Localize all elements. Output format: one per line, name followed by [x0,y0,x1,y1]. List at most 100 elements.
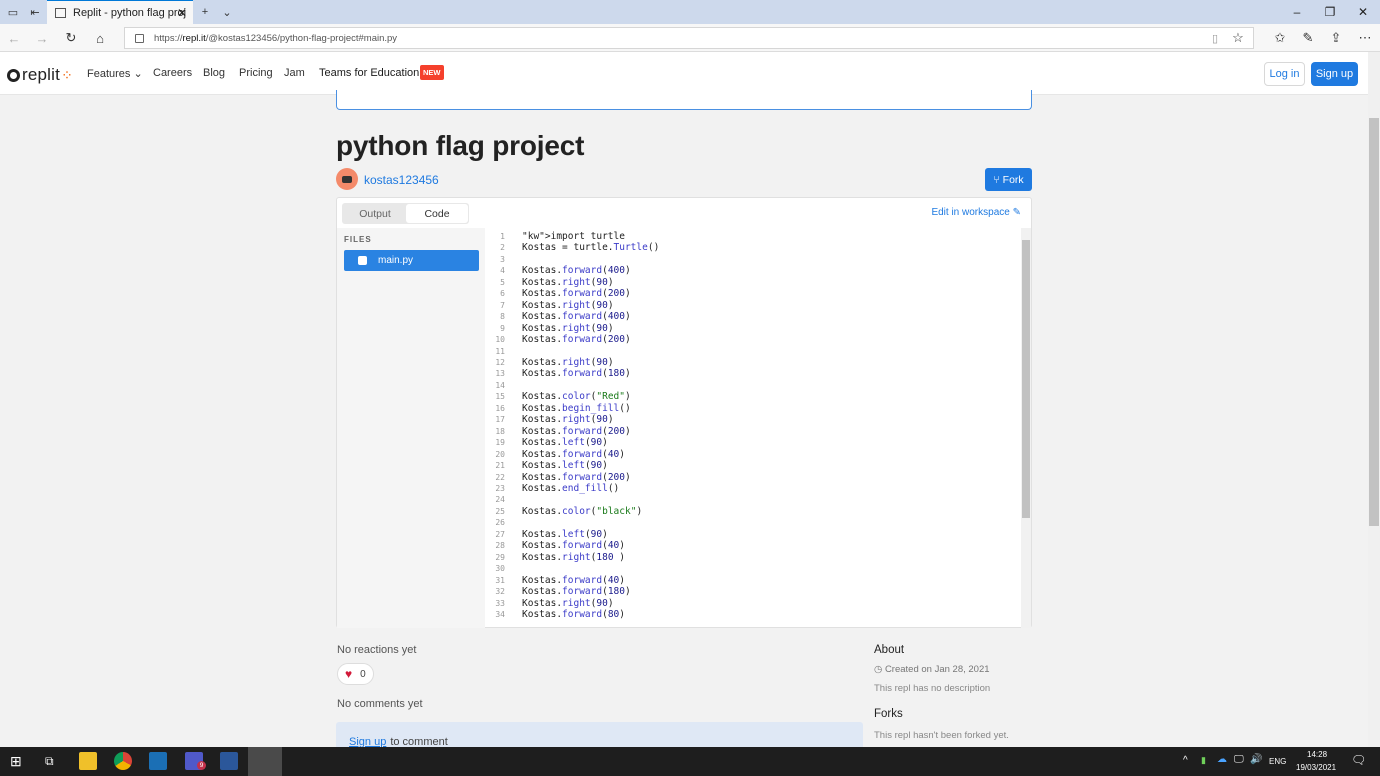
chrome-icon[interactable] [114,752,132,770]
favorites-hub-icon[interactable]: ✩ [1270,28,1290,48]
line-number: 8 [500,312,505,322]
heart-icon: ♥ [345,667,353,681]
code-line: 18 Kostas.forward(200) [487,426,1019,437]
back-icon[interactable]: ← [4,28,24,48]
username-link[interactable]: kostas123456 [364,173,439,187]
pen-notes-icon[interactable]: ✎ [1298,28,1318,48]
show-hidden-icons-icon[interactable]: ^ [1183,755,1188,766]
code-line: 30 [487,563,1019,574]
new-tab-icon[interactable]: + [194,0,216,24]
tab-output[interactable]: Output [344,204,406,223]
page-scrollbar-thumb[interactable] [1369,118,1379,526]
nav-pricing[interactable]: Pricing [239,67,273,79]
like-count: 0 [360,668,366,680]
code-viewer[interactable]: 1 "kw">import turtle 2 Kostas = turtle.Turt… [487,231,1019,626]
set-aside-tabs-icon[interactable]: ⇤ [24,0,46,24]
share-icon[interactable]: ⇪ [1326,28,1346,48]
language-indicator[interactable]: ENG [1269,757,1286,766]
files-label: FILES [344,235,372,244]
clock-icon: ◷ [874,664,883,675]
volume-icon[interactable]: 🔊 [1250,754,1262,765]
code-text: Kostas = turtle.Turtle() [522,242,660,254]
code-line: 21 Kostas.left(90) [487,460,1019,471]
active-app-icon[interactable] [248,747,282,776]
code-text: Kostas.right(180 ) [522,551,626,563]
created-date: ◷ Created on Jan 28, 2021 [874,664,990,675]
address-toolbar: ← → ↻ ⌂ https://repl.it/@kostas123456/py… [0,24,1380,52]
close-window-icon[interactable]: ✕ [1346,0,1380,24]
line-number: 15 [495,392,505,402]
lock-icon [135,33,144,43]
windows-start-icon[interactable]: ⊞ [10,753,22,770]
line-number: 31 [495,575,505,585]
file-explorer-icon[interactable] [79,752,97,770]
tab-code[interactable]: Code [406,204,468,223]
nav-careers[interactable]: Careers [153,67,192,79]
code-line: 10 Kostas.forward(200) [487,334,1019,345]
teams-icon[interactable]: 9 [185,752,206,770]
logo-text: replit [22,65,61,84]
tab-title: Replit - python flag proj [73,6,187,19]
fork-icon: ⑂ [993,173,1000,186]
more-icon[interactable]: ⋯ [1355,28,1375,48]
line-number: 10 [495,335,505,345]
page-scrollbar[interactable] [1368,52,1380,747]
home-icon[interactable]: ⌂ [90,28,110,48]
login-button[interactable]: Log in [1264,62,1305,86]
onedrive-icon[interactable]: ☁ [1217,754,1227,765]
nav-features[interactable]: Features ⌄ [87,67,143,80]
tab-actions-icon[interactable]: ▭ [2,0,24,24]
like-button[interactable]: ♥ 0 [337,663,374,685]
fork-button[interactable]: ⑂ Fork [985,168,1032,191]
network-icon[interactable]: 🖵 [1234,754,1244,765]
nav-jam[interactable]: Jam [284,67,305,79]
clock-date[interactable]: 19/03/2021 [1296,763,1336,772]
forward-icon[interactable]: → [32,28,52,48]
task-view-icon[interactable]: ⧉ [45,754,54,769]
code-text: Kostas.color("black") [522,505,643,517]
word-icon[interactable] [220,752,238,770]
code-text: Kostas.forward(400) [522,311,631,323]
line-number: 26 [495,518,505,528]
edit-in-workspace-link[interactable]: Edit in workspace ✎ [931,207,1021,218]
avatar[interactable] [336,168,358,190]
browser-tab[interactable]: Replit - python flag proj ✕ [47,0,193,24]
line-number: 33 [495,598,505,608]
code-scrollbar[interactable] [1021,228,1031,628]
file-main-py[interactable]: main.py [344,250,479,271]
tray-app-icon[interactable]: ▮ [1201,755,1206,766]
about-heading: About [874,644,905,656]
notifications-icon[interactable]: 🗨 [1351,753,1366,767]
code-line: 29 Kostas.right(180 ) [487,552,1019,563]
minimize-icon[interactable]: – [1280,0,1314,24]
favorite-star-icon[interactable]: ☆ [1228,28,1248,48]
url-host: repl.it [182,32,206,44]
code-line: 13 Kostas.forward(180) [487,368,1019,379]
code-scrollbar-thumb[interactable] [1022,240,1030,518]
line-number: 23 [495,483,505,493]
nav-teams-for-education[interactable]: Teams for Education [319,67,419,79]
code-line: 11 [487,346,1019,357]
replit-logo[interactable]: replit ⁘ [7,65,73,85]
reading-view-icon[interactable]: ▯ [1205,28,1225,48]
close-tab-icon[interactable]: ✕ [177,6,187,20]
code-line: 34 Kostas.forward(80) [487,609,1019,620]
windows-taskbar: ⊞ ⧉ 9 ^ ▮ ☁ 🖵 🔊 ENG 14:28 19/03/2021 🗨 [0,747,1380,776]
restore-icon[interactable]: ❐ [1313,0,1347,24]
top-banner-box [336,90,1032,110]
new-badge: NEW [420,65,444,80]
remote-desktop-icon[interactable] [149,752,167,770]
refresh-icon[interactable]: ↻ [61,28,81,48]
code-line: 12 Kostas.right(90) [487,357,1019,368]
clock-time[interactable]: 14:28 [1307,750,1327,759]
nav-blog[interactable]: Blog [203,67,225,79]
code-text: Kostas.right(90) [522,276,614,288]
line-number: 18 [495,426,505,436]
code-text: Kostas.forward(40) [522,540,626,552]
line-number: 21 [495,461,505,471]
code-line: 28 Kostas.forward(40) [487,540,1019,551]
url-bar[interactable]: https://repl.it/@kostas123456/python-fla… [124,27,1254,49]
code-text: Kostas.begin_fill() [522,402,631,414]
signup-button[interactable]: Sign up [1311,62,1358,86]
tab-list-chevron-icon[interactable]: ⌄ [216,0,238,24]
